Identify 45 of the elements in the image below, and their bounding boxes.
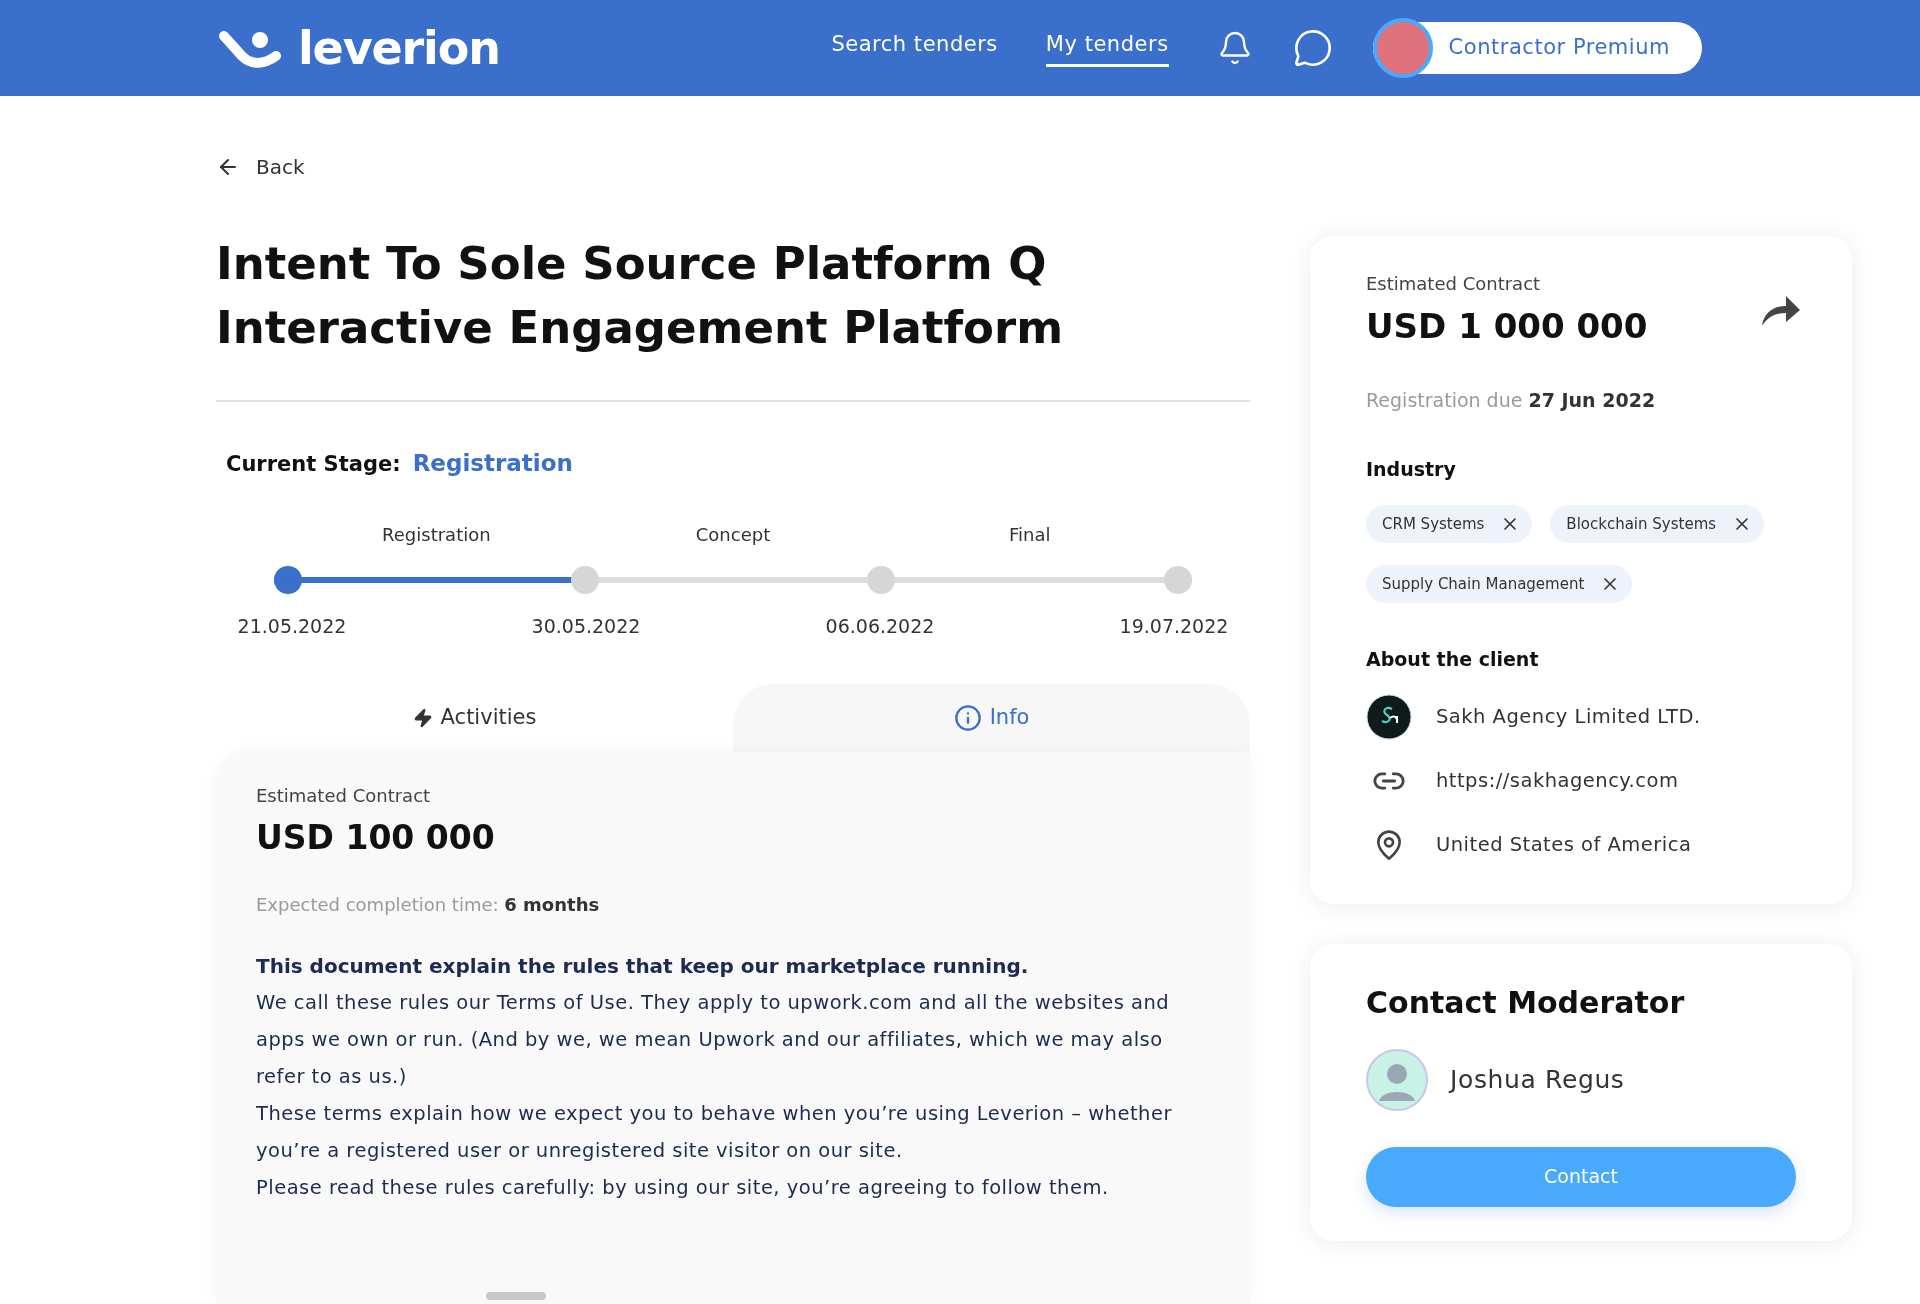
completion-label: Expected completion time:: [256, 893, 500, 915]
industry-tag: Supply Chain Management: [1366, 565, 1633, 603]
stage-date: 21.05.2022: [236, 613, 348, 639]
stage-label: Current Stage:: [226, 451, 401, 478]
contact-button[interactable]: Contact: [1366, 1146, 1796, 1207]
tab[interactable]: Info: [733, 684, 1250, 752]
stage-name: Concept: [694, 522, 772, 547]
lightning-icon: [412, 708, 433, 728]
estimate-amount: USD 1 000 000: [1366, 305, 1648, 348]
estimate-label: Estimated Contract: [1366, 272, 1542, 296]
estimate-label: Estimated Contract: [256, 784, 432, 808]
stage-name: Final: [1007, 522, 1052, 547]
messages-button[interactable]: [1292, 28, 1333, 68]
terms-paragraph: These terms explain how we expect you to behave when you’re using Leverion – whether you’re a registered user or unregistered site visitor on our site.: [256, 1100, 1173, 1164]
completion-value: 6 months: [504, 893, 600, 915]
terms-paragraph: Please read these rules carefully: by using our site, you’re agreeing to follow them.: [256, 1174, 1110, 1201]
nav-link[interactable]: Search tenders: [831, 28, 998, 68]
client-detail: Sakh Agency Limited LTD.: [1436, 703, 1701, 730]
client-heading: About the client: [1366, 647, 1540, 672]
company-logo-icon: [1366, 693, 1412, 740]
client-detail: United States of America: [1436, 831, 1692, 858]
terms-paragraph: We call these rules our Terms of Use. They apply to upwork.com and all the websites and apps we own or run. (And by we, we mean Upwork and our affiliates, which we may also refer to as us.): [256, 989, 1171, 1090]
tender-title: Intent To Sole Source Platform Q Interactive Engagement Platform: [216, 236, 1065, 356]
estimate-amount: USD 100 000: [256, 817, 496, 859]
avatar-silhouette-icon: [1366, 1048, 1428, 1111]
industry-tag: Blockchain Systems: [1550, 505, 1765, 543]
nav-link[interactable]: My tenders: [1045, 28, 1169, 68]
share-button[interactable]: [1760, 294, 1802, 328]
client-website-link[interactable]: https://sakhagency.com: [1436, 765, 1679, 796]
stage-value: Registration: [412, 449, 573, 478]
scrollbar-thumb: [486, 1292, 546, 1300]
stage-date: 19.07.2022: [1118, 613, 1230, 639]
info-icon: [953, 704, 982, 732]
due-date: 27 Jun 2022: [1528, 389, 1656, 411]
stage-date: 06.06.2022: [824, 613, 936, 639]
back-link[interactable]: Back: [216, 152, 305, 182]
industry-heading: Industry: [1366, 456, 1457, 482]
stage-name: Registration: [381, 522, 492, 547]
moderator-name: Joshua Regus: [1450, 1063, 1625, 1096]
terms-lead: This document explain the rules that keep our marketplace running.: [256, 952, 1030, 980]
due-label: Registration due: [1366, 389, 1524, 411]
industry-tag: CRM Systems: [1366, 505, 1533, 543]
stage-date: 30.05.2022: [530, 613, 642, 639]
moderator-heading: Contact Moderator: [1366, 983, 1686, 1022]
brand-name: leverion: [298, 25, 500, 71]
